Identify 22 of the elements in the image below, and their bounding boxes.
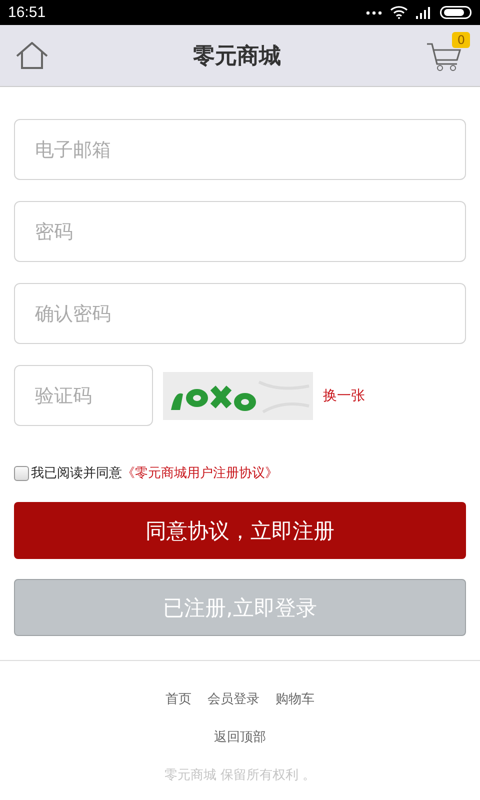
page-title: 零元商城 bbox=[193, 42, 281, 70]
refresh-captcha-link[interactable]: 换一张 bbox=[323, 386, 365, 404]
signal-icon bbox=[416, 6, 432, 18]
footer-link[interactable]: 会员登录 bbox=[208, 690, 260, 708]
status-time: 16:51 bbox=[8, 4, 46, 21]
more-icon bbox=[366, 10, 382, 14]
agree-checkbox[interactable] bbox=[14, 466, 29, 480]
footer-link[interactable]: 购物车 bbox=[276, 690, 314, 708]
wifi-icon bbox=[390, 6, 408, 19]
footer-link[interactable]: 首页 bbox=[166, 690, 192, 708]
agreement-text: 我已阅读并同意 bbox=[31, 465, 122, 482]
captcha-field[interactable]: 验证码 bbox=[14, 365, 153, 426]
input-field[interactable]: 密码 bbox=[14, 201, 466, 262]
input-field[interactable]: 确认密码 bbox=[14, 283, 466, 344]
battery-icon bbox=[440, 6, 472, 19]
cart-count-badge: 0 bbox=[452, 32, 470, 48]
agreement-link[interactable]: 《零元商城用户注册协议》 bbox=[122, 464, 278, 482]
input-field[interactable]: 电子邮箱 bbox=[14, 119, 466, 180]
register-button[interactable]: 同意协议，立即注册 bbox=[14, 502, 466, 559]
back-to-top-link[interactable]: 返回顶部 bbox=[214, 728, 266, 746]
copyright-text: 零元商城 保留所有权利 。 bbox=[164, 767, 316, 784]
home-icon[interactable] bbox=[16, 42, 48, 70]
